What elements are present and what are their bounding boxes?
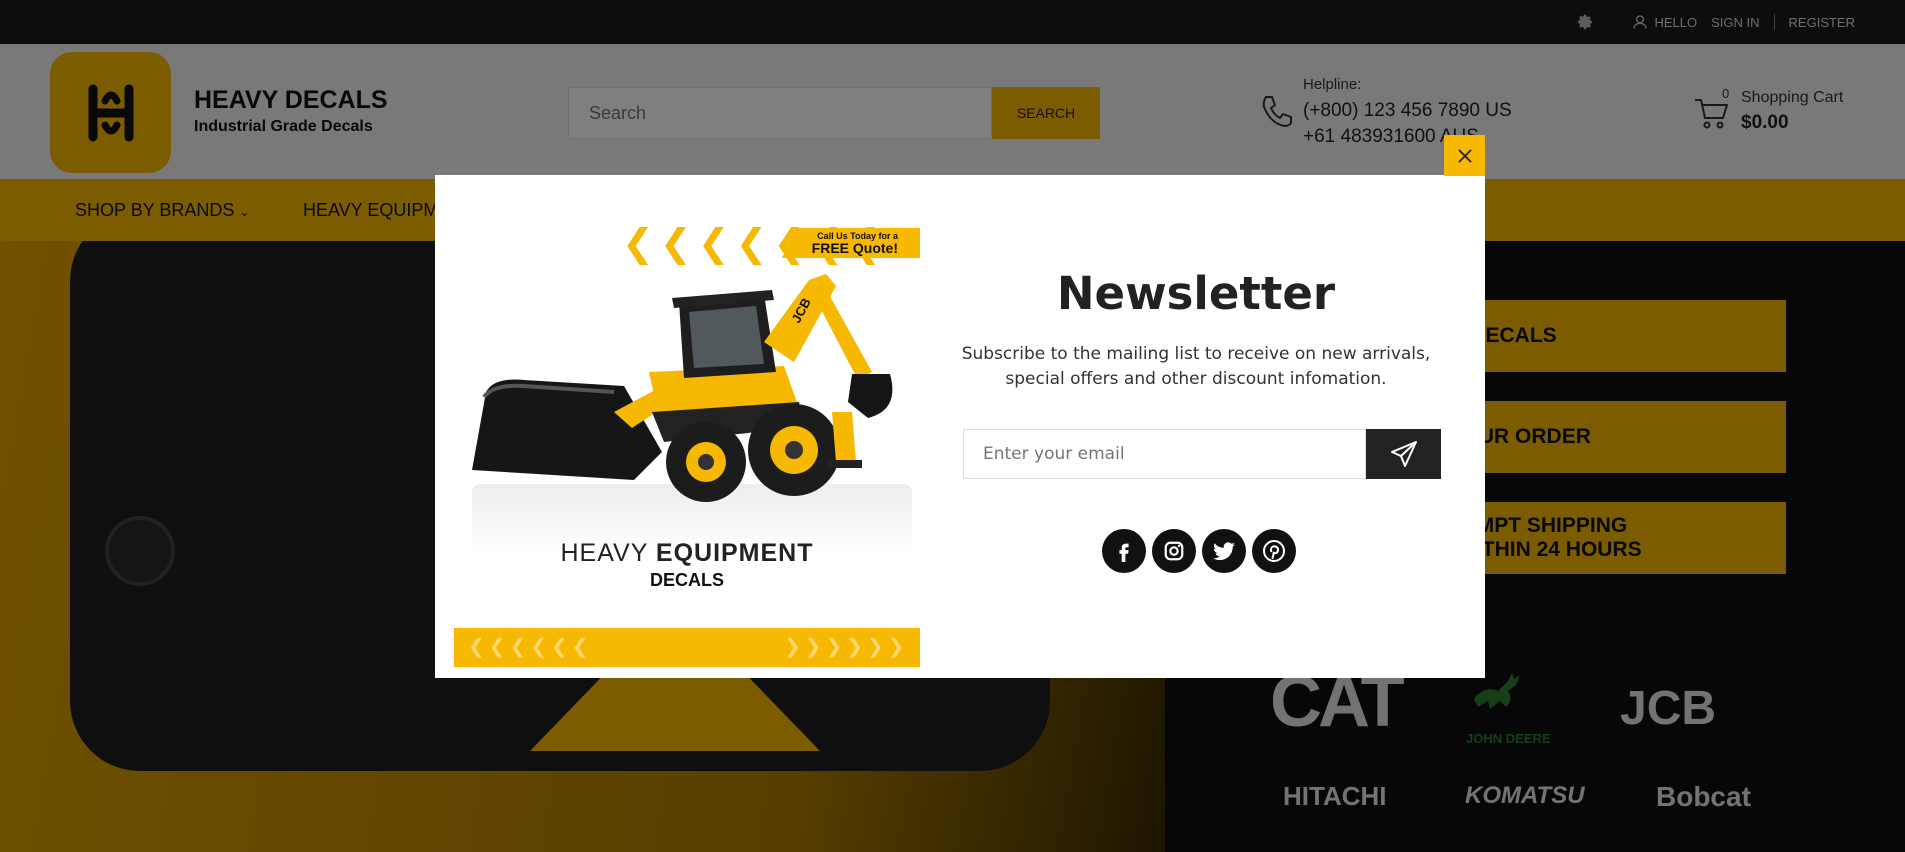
close-icon — [1457, 148, 1472, 163]
instagram-link[interactable] — [1152, 529, 1196, 573]
backhoe-loader-illustration: JCB — [472, 274, 893, 502]
free-quote-badge: Call Us Today for a FREE Quote! — [782, 228, 920, 258]
facebook-link[interactable] — [1102, 529, 1146, 573]
newsletter-title: Newsletter — [1056, 267, 1336, 320]
pinterest-link[interactable] — [1252, 529, 1296, 573]
paper-plane-icon — [1390, 441, 1417, 467]
promo-heading-light: HEAVY — [560, 539, 648, 567]
newsletter-modal: ❮❮❮❮❮❮❮ Call Us Today for a FREE Quote! … — [435, 175, 1485, 678]
facebook-icon — [1119, 543, 1129, 562]
subscribe-button[interactable] — [1366, 429, 1441, 479]
email-input[interactable] — [963, 429, 1366, 479]
pinterest-icon — [1263, 540, 1285, 562]
promo-heading: HEAVY EQUIPMENT — [454, 539, 920, 568]
modal-close-button[interactable] — [1444, 135, 1485, 176]
twitter-icon — [1213, 542, 1235, 561]
quote-big-text: FREE Quote! — [811, 240, 898, 256]
twitter-link[interactable] — [1202, 529, 1246, 573]
promo-bottom-strip: ❮❮❮❮❮❮ ❯❯❯❯❯❯ — [454, 628, 920, 667]
newsletter-form — [963, 429, 1441, 479]
instagram-icon — [1164, 541, 1184, 561]
promo-subheading: DECALS — [649, 570, 724, 590]
social-links — [1102, 529, 1296, 573]
newsletter-description: Subscribe to the mailing list to receive… — [961, 344, 1431, 389]
promo-heading-bold: EQUIPMENT — [655, 539, 814, 567]
promo-image: ❮❮❮❮❮❮❮ Call Us Today for a FREE Quote! … — [454, 226, 920, 667]
